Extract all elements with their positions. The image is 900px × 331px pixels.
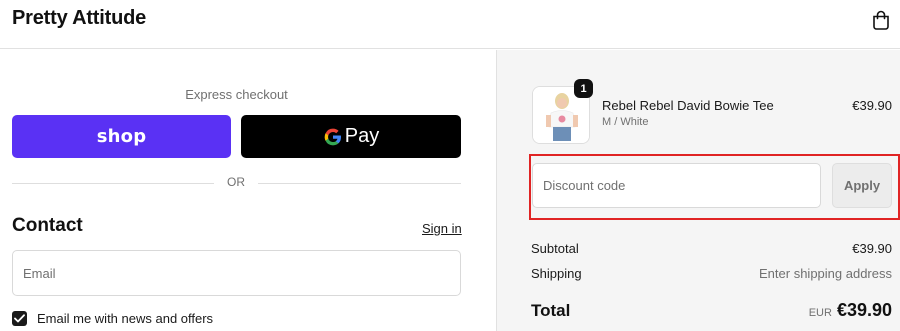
or-divider: OR [12, 174, 461, 192]
newsletter-option[interactable]: Email me with news and offers [12, 309, 213, 327]
total-currency: EUR [808, 307, 832, 319]
google-pay-button[interactable]: Pay [241, 115, 461, 158]
checkout-main: Express checkout shop Pay OR Contact Sig… [0, 50, 496, 331]
contact-heading: Contact [12, 215, 83, 236]
product-variant: M / White [602, 116, 649, 128]
product-price: €39.90 [852, 98, 892, 113]
shopping-bag-icon[interactable] [872, 10, 890, 30]
divider-line [258, 183, 461, 184]
quantity-badge: 1 [574, 79, 593, 98]
site-header: Pretty Attitude [0, 0, 900, 49]
discount-code-input[interactable] [532, 163, 821, 208]
newsletter-label: Email me with news and offers [37, 310, 214, 326]
shop-pay-button[interactable]: shop [12, 115, 231, 158]
divider-line [12, 183, 214, 184]
total-value: €39.90 [836, 300, 892, 320]
order-summary: 1 Rebel Rebel David Bowie Tee M / White … [496, 50, 900, 331]
shipping-value: Enter shipping address [759, 266, 892, 281]
email-field[interactable] [12, 250, 461, 296]
google-g-icon [324, 128, 341, 145]
apply-discount-button[interactable]: Apply [832, 163, 892, 208]
express-checkout-label: Express checkout [185, 87, 288, 102]
newsletter-checkbox[interactable] [12, 310, 27, 326]
store-logo[interactable]: Pretty Attitude [12, 7, 146, 30]
subtotal-value: €39.90 [852, 241, 892, 256]
checkmark-icon [14, 313, 25, 322]
sign-in-link[interactable]: Sign in [422, 221, 462, 236]
total-amount: EUR €39.90 [497, 300, 892, 321]
shop-pay-label: shop [96, 126, 147, 147]
google-pay-label: Pay [344, 125, 380, 147]
divider-label: OR [227, 175, 245, 189]
